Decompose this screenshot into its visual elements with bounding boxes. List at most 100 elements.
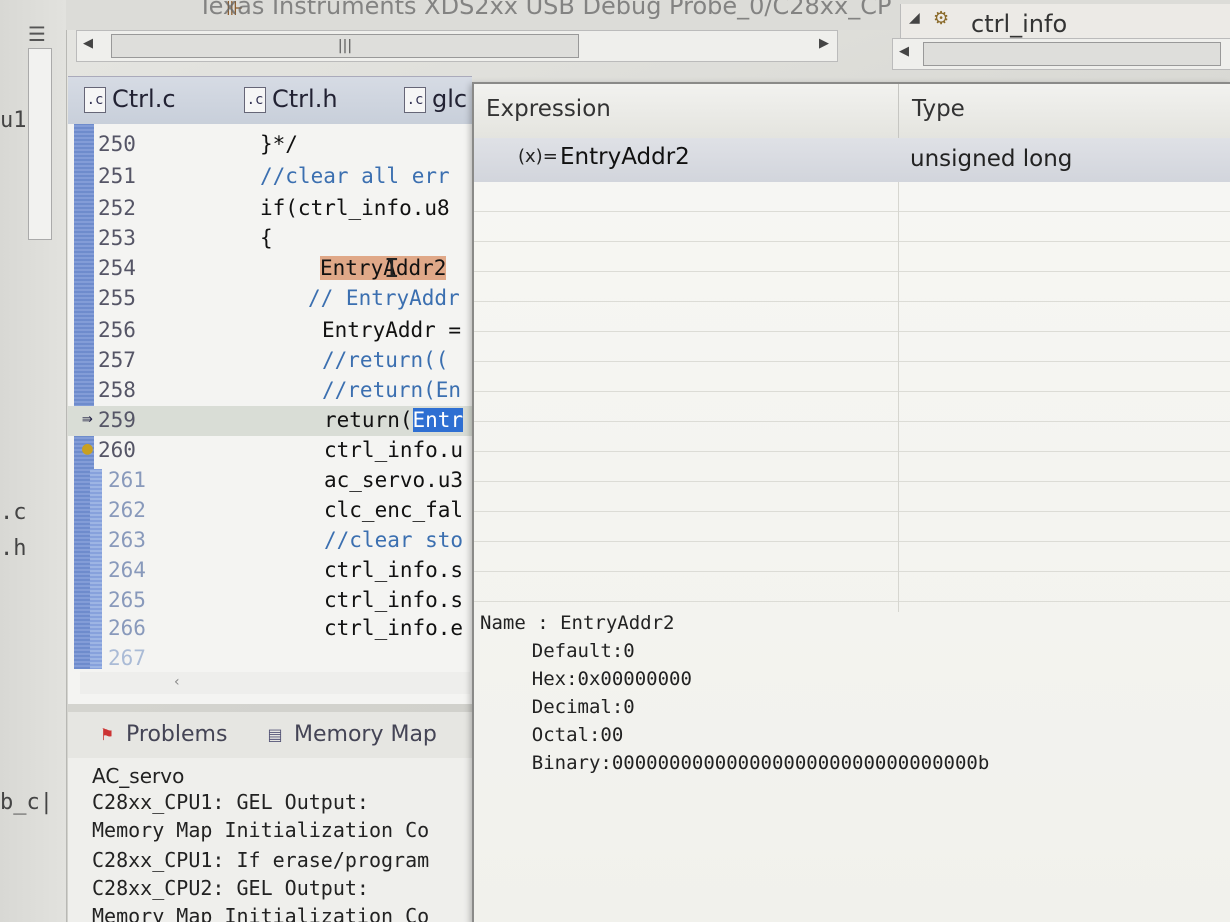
line-number: 265 [108,588,146,612]
line-number: 262 [108,498,146,522]
project-explorer-label: u1 [0,108,27,133]
code-line[interactable]: 264 ctrl_info.s [68,556,472,586]
debug-view-hscrollbar[interactable]: ◀ ||| ▶ [76,30,838,62]
code-comment: //return(( [322,348,449,372]
program-counter-icon: ⇛ [82,408,93,429]
line-number: 253 [98,226,136,250]
hover-table-header: Expression Type [474,84,1230,139]
tab-label: Memory Map [294,722,437,747]
tab-ctrl-c[interactable]: .c Ctrl.c [84,85,176,113]
expression-hover-popup[interactable]: Expression Type (x)= EntryAddr2 unsigned… [472,82,1230,922]
code-line[interactable]: 266 ctrl_info.e [68,614,472,644]
expression-table-grid [474,182,1230,612]
view-menu-icon[interactable]: ☰ [28,22,46,46]
breakpoint-icon[interactable]: ● [82,438,93,459]
tab-label: Ctrl.h [272,85,338,113]
current-line[interactable]: ⇛ 259 return(Entr [68,406,472,436]
code-line[interactable]: 257 //return(( [68,346,472,376]
bottom-tab-bar: ⚑ Problems ▤ Memory Map [68,712,472,758]
console-line: C28xx_CPU1: GEL Output: [92,790,369,814]
column-divider [898,182,899,612]
tab-label: glc [432,85,468,113]
code-line[interactable]: 253 { [68,224,472,254]
code-line[interactable]: 255 // EntryAddr [68,284,472,314]
expressions-hscrollbar[interactable]: ◀ [892,38,1230,70]
line-number: 257 [98,348,136,372]
code-text: return( [324,408,413,432]
tab-memory-map[interactable]: ▤ Memory Map [264,722,437,747]
debug-target-title: Texas Instruments XDS2xx USB Debug Probe… [198,0,892,20]
code-editor[interactable]: 250 }*/ 251 //clear all err 252 if(ctrl_… [68,124,472,704]
code-line[interactable]: 265 ctrl_info.s [68,586,472,616]
console-line: C28xx_CPU2: GEL Output: [92,876,369,900]
code-line[interactable]: 251 //clear all err [68,162,472,192]
code-line[interactable]: 252 if(ctrl_info.u8 [68,194,472,224]
project-explorer-label: .h [0,536,27,561]
project-explorer-label: .c [0,500,27,525]
column-header-type[interactable]: Type [912,96,965,122]
expressions-tree-item[interactable]: ◢ ⚙ ctrl_info [900,4,1230,38]
console-line: Memory Map Initialization Co [92,904,430,922]
scroll-right-icon[interactable]: ▶ [819,36,829,51]
code-line[interactable]: 267 [68,644,472,674]
code-line[interactable]: 261 ac_servo.u3 [68,466,472,496]
code-text: EntryAddr = [322,318,462,342]
code-line[interactable]: 258 //return(En [68,376,472,406]
scroll-thumb[interactable] [923,42,1221,66]
code-line[interactable]: 263 //clear sto [68,526,472,556]
line-number: 266 [108,616,146,640]
line-number: 255 [98,286,136,310]
code-line[interactable]: 262 clc_enc_fal [68,496,472,526]
left-vertical-scrollbar[interactable] [28,48,52,240]
code-text: ctrl_info.s [324,558,464,582]
scroll-left-icon[interactable]: ◀ [83,36,93,51]
line-number: 264 [108,558,146,582]
text-cursor-icon: I [384,254,400,284]
expression-type: unsigned long [910,146,1073,172]
selected-text[interactable]: Entr [412,408,464,432]
struct-icon: ⚙ [933,8,950,29]
detail-line: Octal:00 [486,724,624,746]
c-file-icon: .c [84,87,106,113]
detail-line: Hex:0x00000000 [486,668,692,690]
code-text: ctrl_info.s [324,588,464,612]
scroll-left-icon[interactable]: ◀ [899,44,909,59]
tab-problems[interactable]: ⚑ Problems [96,722,228,747]
debug-view-header: ⊪ Texas Instruments XDS2xx USB Debug Pro… [66,0,1230,38]
console-project-name: AC_servo [92,764,185,788]
detail-line: Decimal:0 [486,696,635,718]
expand-triangle-icon[interactable]: ◢ [909,10,920,26]
column-divider[interactable] [898,84,899,138]
variable-icon: (x)= [518,146,558,167]
memory-map-icon: ▤ [267,725,283,744]
code-line[interactable]: 250 }*/ [68,130,472,160]
code-text: if(ctrl_info.u8 [260,196,450,220]
detail-line: Default:0 [486,640,635,662]
editor-hscrollbar[interactable]: ‹ [80,672,470,694]
expression-row[interactable]: (x)= EntryAddr2 unsigned long [474,138,1230,182]
ctrl-info-label: ctrl_info [971,10,1068,38]
left-panel-strip: ☰ u1 .c .h b_c| [0,0,67,922]
console-output[interactable]: AC_servo C28xx_CPU1: GEL Output: Memory … [68,758,472,922]
code-line[interactable]: 254 EntryAddr2 [68,254,472,284]
tab-glc[interactable]: .c glc [404,85,467,113]
code-line[interactable]: 256 EntryAddr = [68,316,472,346]
code-text: clc_enc_fal [324,498,464,522]
tab-ctrl-h[interactable]: .c Ctrl.h [244,85,338,113]
line-number: 251 [98,164,136,188]
column-header-expression[interactable]: Expression [486,96,611,122]
ide-screen: ☰ u1 .c .h b_c| ⊪ Texas Instruments XDS2… [0,0,1230,922]
tab-label: Problems [126,722,228,747]
line-number: 263 [108,528,146,552]
code-comment: // EntryAddr [308,286,460,310]
line-number: 267 [108,646,146,670]
line-number: 260 [98,438,136,462]
c-file-icon: .c [244,87,266,113]
scroll-thumb[interactable]: ||| [111,34,579,58]
code-line[interactable]: ● 260 ctrl_info.u [68,436,472,466]
line-number: 261 [108,468,146,492]
scroll-left-icon[interactable]: ‹ [174,674,180,690]
line-number: 254 [98,256,136,280]
tab-label: Ctrl.c [112,85,176,113]
code-text: ctrl_info.e [324,616,464,640]
